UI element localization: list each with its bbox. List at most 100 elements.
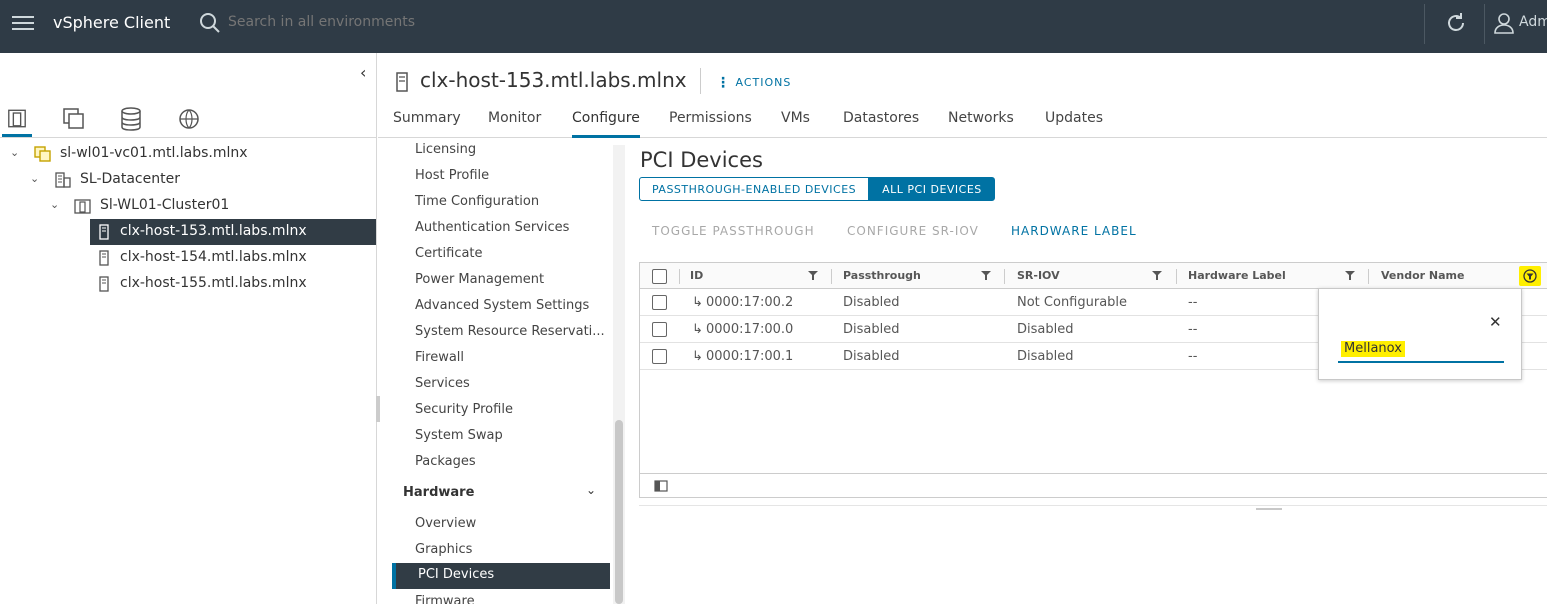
menu-item-firmware[interactable]: Firmware	[415, 594, 475, 604]
all-pci-devices-button[interactable]: ALL PCI DEVICES	[869, 177, 995, 201]
host-icon	[396, 72, 408, 92]
tab-updates[interactable]: Updates	[1045, 110, 1103, 138]
column-header-hardware-label[interactable]: Hardware Label	[1188, 269, 1286, 282]
row-checkbox[interactable]	[652, 322, 667, 337]
filter-icon[interactable]	[981, 270, 991, 280]
divider	[1424, 4, 1425, 44]
tree-item-vcenter[interactable]: ⌄ sl-wl01-vc01.mtl.labs.mlnx	[0, 141, 376, 167]
menu-section-hardware[interactable]: Hardware	[403, 485, 474, 500]
column-separator	[679, 269, 680, 284]
menu-item-pci-devices[interactable]: PCI Devices	[392, 563, 610, 589]
filter-icon[interactable]	[808, 270, 818, 280]
tree-item-host-selected[interactable]: clx-host-153.mtl.labs.mlnx	[90, 219, 376, 245]
top-navigation-bar: vSphere Client Adm	[0, 0, 1547, 53]
vendor-filter-input[interactable]: Mellanox	[1338, 341, 1504, 363]
menu-item-advanced-system-settings[interactable]: Advanced System Settings	[415, 298, 589, 313]
menu-item-host-profile[interactable]: Host Profile	[415, 168, 489, 183]
column-separator	[831, 269, 832, 284]
hosts-clusters-icon[interactable]	[2, 103, 32, 137]
filter-icon	[1523, 269, 1537, 283]
tree-item-host[interactable]: clx-host-154.mtl.labs.mlnx	[0, 245, 376, 271]
divider	[700, 68, 701, 94]
tab-configure[interactable]: Configure	[572, 110, 640, 138]
cell-hardware-label: --	[1188, 349, 1198, 364]
toggle-passthrough-button[interactable]: TOGGLE PASSTHROUGH	[652, 224, 815, 238]
chevron-down-icon[interactable]: ⌄	[586, 483, 596, 497]
menu-item-security-profile[interactable]: Security Profile	[415, 402, 513, 417]
grid-header: ID Passthrough SR-IOV Hardware Label Ven…	[640, 263, 1547, 289]
menu-item-overview[interactable]: Overview	[415, 516, 476, 531]
networking-icon[interactable]	[174, 103, 204, 137]
tree-item-label: SL-Datacenter	[80, 171, 180, 187]
column-toggle-icon[interactable]	[654, 480, 668, 492]
chevron-down-icon[interactable]: ⌄	[50, 198, 59, 211]
resize-grip[interactable]	[1256, 508, 1282, 510]
configure-menu: Licensing Host Profile Time Configuratio…	[378, 139, 610, 604]
cell-hardware-label: --	[1188, 295, 1198, 310]
scrollbar-thumb[interactable]	[615, 420, 623, 604]
tab-datastores[interactable]: Datastores	[843, 110, 919, 138]
row-checkbox[interactable]	[652, 349, 667, 364]
child-arrow-icon: ↳	[692, 322, 703, 337]
menu-item-services[interactable]: Services	[415, 376, 470, 391]
menu-icon[interactable]	[12, 13, 34, 35]
tab-summary[interactable]: Summary	[393, 110, 461, 138]
user-menu[interactable]: Adm	[1519, 14, 1547, 30]
menu-item-system-swap[interactable]: System Swap	[415, 428, 503, 443]
collapse-pane-icon[interactable]: ‹	[360, 63, 366, 82]
menu-item-system-resource-reservation[interactable]: System Resource Reservati...	[415, 324, 605, 339]
column-header-id[interactable]: ID	[690, 269, 703, 282]
tree-item-host[interactable]: clx-host-155.mtl.labs.mlnx	[0, 271, 376, 297]
global-search-input[interactable]	[228, 14, 528, 30]
passthrough-enabled-devices-button[interactable]: PASSTHROUGH-ENABLED DEVICES	[639, 177, 870, 201]
menu-item-label: PCI Devices	[418, 567, 495, 582]
host-icon	[99, 276, 109, 292]
cell-sriov: Disabled	[1017, 349, 1074, 364]
menu-item-time-configuration[interactable]: Time Configuration	[415, 194, 539, 209]
filter-value: Mellanox	[1341, 341, 1405, 357]
object-tabs: Summary Monitor Configure Permissions VM…	[378, 106, 1547, 138]
column-header-passthrough[interactable]: Passthrough	[843, 269, 921, 282]
cell-passthrough: Disabled	[843, 322, 900, 337]
menu-item-packages[interactable]: Packages	[415, 454, 476, 469]
tab-networks[interactable]: Networks	[948, 110, 1014, 138]
user-icon[interactable]	[1493, 11, 1515, 35]
column-header-vendor-name[interactable]: Vendor Name	[1381, 269, 1464, 282]
tree-item-datacenter[interactable]: ⌄ SL-Datacenter	[0, 167, 376, 193]
menu-item-power-management[interactable]: Power Management	[415, 272, 544, 287]
menu-item-certificate[interactable]: Certificate	[415, 246, 483, 261]
chevron-down-icon[interactable]: ⌄	[10, 146, 19, 159]
close-icon[interactable]: ✕	[1489, 313, 1502, 331]
panel-resize-handle[interactable]	[639, 505, 1547, 511]
configure-sriov-button[interactable]: CONFIGURE SR-IOV	[847, 224, 979, 238]
actions-menu-button[interactable]: ⋮ ACTIONS	[716, 74, 791, 91]
row-checkbox[interactable]	[652, 295, 667, 310]
tab-permissions[interactable]: Permissions	[669, 110, 752, 138]
search-icon	[200, 13, 220, 33]
column-header-sriov[interactable]: SR-IOV	[1017, 269, 1060, 282]
menu-item-authentication-services[interactable]: Authentication Services	[415, 220, 569, 235]
cell-id: 0000:17:00.0	[706, 322, 794, 337]
filter-icon[interactable]	[1152, 270, 1162, 280]
inventory-view-tabs	[0, 103, 377, 138]
tab-monitor[interactable]: Monitor	[488, 110, 541, 138]
cell-passthrough: Disabled	[843, 295, 900, 310]
refresh-icon[interactable]	[1443, 10, 1469, 36]
tab-vms[interactable]: VMs	[781, 110, 810, 138]
hardware-label-button[interactable]: HARDWARE LABEL	[1011, 224, 1137, 238]
chevron-down-icon[interactable]: ⌄	[30, 172, 39, 185]
page-title: PCI Devices	[640, 148, 763, 172]
column-separator	[1368, 269, 1369, 284]
select-all-checkbox[interactable]	[652, 269, 667, 284]
tree-item-label: clx-host-153.mtl.labs.mlnx	[120, 223, 307, 239]
tree-item-cluster[interactable]: ⌄ Sl-WL01-Cluster01	[0, 193, 376, 219]
vendor-filter-active-button[interactable]	[1519, 266, 1541, 286]
menu-item-licensing[interactable]: Licensing	[415, 142, 476, 157]
filter-icon[interactable]	[1345, 270, 1355, 280]
storage-icon[interactable]	[116, 103, 146, 137]
vms-templates-icon[interactable]	[58, 103, 88, 137]
menu-item-graphics[interactable]: Graphics	[415, 542, 472, 557]
menu-scrollbar[interactable]	[613, 145, 625, 604]
more-vertical-icon: ⋮	[716, 75, 731, 91]
menu-item-firewall[interactable]: Firewall	[415, 350, 464, 365]
